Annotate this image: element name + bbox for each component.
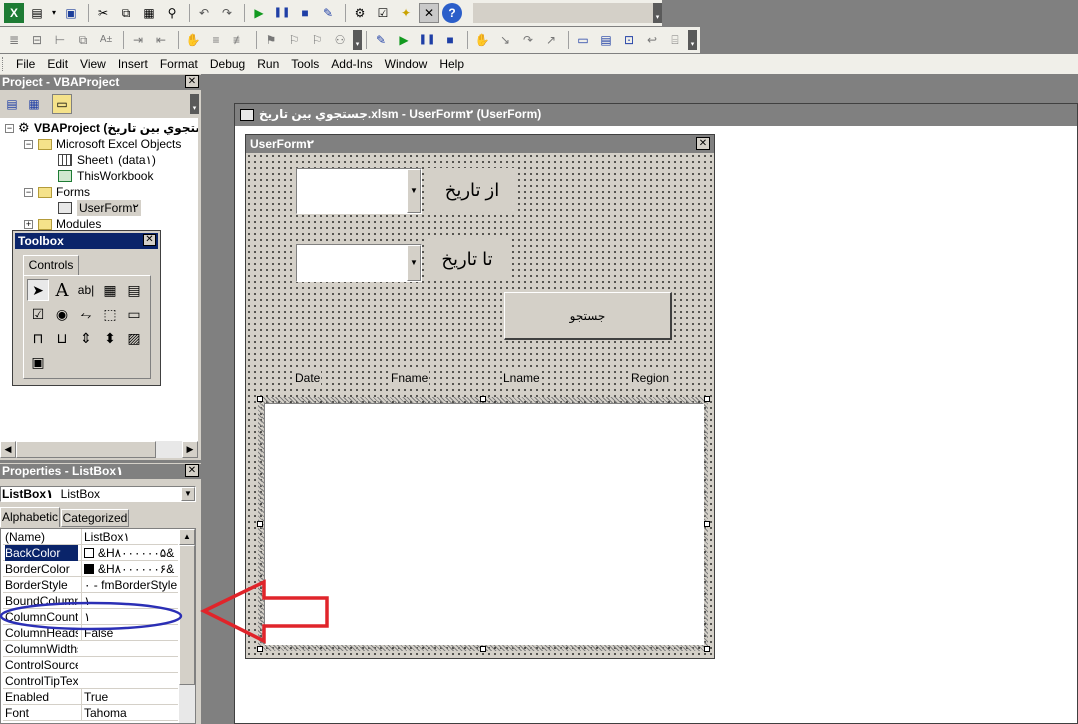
annotation-overlay bbox=[0, 579, 329, 644]
highlight-ellipse bbox=[0, 601, 183, 631]
pointer-arrow bbox=[200, 579, 329, 644]
